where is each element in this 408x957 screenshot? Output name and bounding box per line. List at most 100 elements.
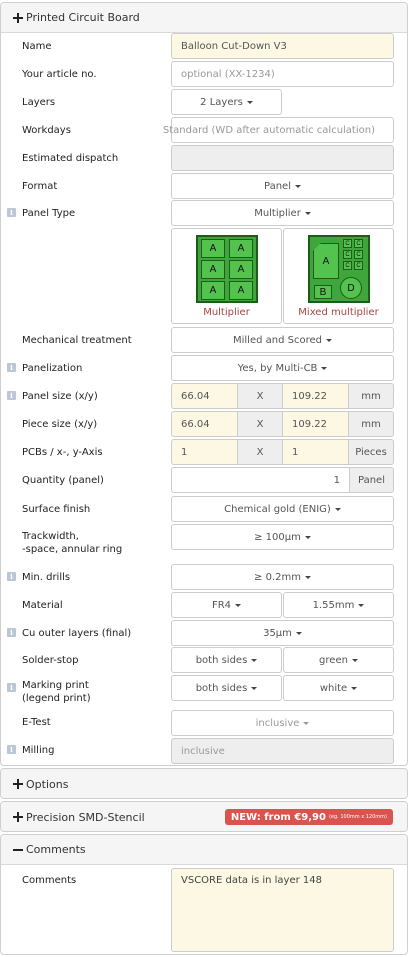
piece-size-y-input[interactable]: 109.22	[282, 411, 349, 437]
info-icon[interactable]: i	[7, 572, 16, 581]
minus-icon	[13, 845, 23, 855]
multiplier-caption: Multiplier	[203, 307, 250, 318]
cu-outer-value: 35µm	[263, 627, 292, 639]
panelization-select[interactable]: Yes, by Multi-CB	[171, 355, 394, 381]
stencil-price-badge: NEW: from €9,90 (eg. 100mm x 120mm)	[224, 809, 393, 825]
quantity-unit: Panel	[349, 467, 394, 493]
thickness-value: 1.55mm	[312, 599, 355, 611]
info-icon[interactable]: i	[7, 363, 16, 372]
stencil-panel: Precision SMD-Stencil NEW: from €9,90 (eg…	[0, 801, 408, 832]
info-icon[interactable]: i	[7, 628, 16, 637]
pcb-piece-c: C	[354, 261, 363, 270]
stencil-badge-note: (eg. 100mm x 120mm)	[328, 814, 387, 820]
info-icon[interactable]: i	[7, 391, 16, 400]
pcb-piece-c: C	[343, 261, 352, 270]
options-panel-title: Options	[26, 777, 69, 791]
pcb-piece-c: C	[354, 239, 363, 248]
plus-icon	[13, 779, 23, 789]
marking-color-value: white	[319, 682, 348, 694]
name-input[interactable]: Balloon Cut-Down V3	[171, 33, 394, 59]
surface-label: Surface finish	[22, 504, 91, 515]
panel-size-y-input[interactable]: 109.22	[282, 383, 349, 409]
workdays-label: Workdays	[22, 125, 71, 136]
info-icon[interactable]: i	[7, 683, 16, 692]
surface-select[interactable]: Chemical gold (ENIG)	[171, 496, 394, 522]
drills-value: ≥ 0.2mm	[254, 571, 301, 583]
material-label: Material	[22, 600, 63, 611]
marking-label-line-2: (legend print)	[22, 693, 91, 704]
pcb-cell: A	[229, 260, 253, 279]
format-select[interactable]: Panel	[171, 173, 394, 199]
options-panel-header[interactable]: Options	[1, 769, 407, 798]
marking-color-select[interactable]: white	[283, 675, 394, 701]
layers-value: 2 Layers	[200, 96, 243, 108]
solder-stop-label: Solder-stop	[22, 655, 79, 666]
etest-select[interactable]: inclusive	[171, 710, 394, 736]
marking-sides-value: both sides	[195, 682, 248, 694]
panel-size-unit: mm	[348, 383, 394, 409]
milling-label: Milling	[22, 745, 55, 756]
pcbs-axis-label: PCBs / x-, y-Axis	[22, 447, 103, 458]
cu-outer-select[interactable]: 35µm	[171, 620, 394, 646]
drills-label: Min. drills	[22, 572, 71, 583]
info-icon[interactable]: i	[7, 208, 16, 217]
comments-panel-header[interactable]: Comments	[1, 835, 407, 865]
solder-stop-sides-select[interactable]: both sides	[171, 647, 282, 673]
panel-size-x-input[interactable]: 66.04	[171, 383, 238, 409]
surface-value: Chemical gold (ENIG)	[224, 503, 331, 515]
pcb-piece-c: C	[354, 250, 363, 259]
workdays-select[interactable]: Standard (WD after automatic calculation…	[163, 117, 394, 143]
comments-textarea[interactable]: VSCORE data is in layer 148	[171, 868, 394, 952]
mixed-pcb-image: A C C C C C C B D	[308, 235, 370, 303]
mechanical-label: Mechanical treatment	[22, 335, 132, 346]
chevron-down-icon	[358, 603, 365, 607]
quantity-input[interactable]: 1	[171, 467, 350, 493]
panel-type-select[interactable]: Multiplier	[171, 200, 394, 226]
mixed-multiplier-option[interactable]: A C C C C C C B D Mixed multiplier	[283, 228, 394, 324]
format-label: Format	[22, 181, 58, 192]
info-icon[interactable]: i	[7, 745, 16, 754]
pcb-panel-header[interactable]: Printed Circuit Board	[1, 3, 407, 33]
chevron-down-icon	[294, 184, 301, 188]
trackwidth-value: ≥ 100µm	[254, 531, 301, 543]
article-label: Your article no.	[22, 69, 97, 80]
etest-value: inclusive	[255, 717, 300, 729]
chevron-down-icon	[351, 686, 358, 690]
chevron-down-icon	[251, 686, 258, 690]
pcb-panel: Printed Circuit Board Name Balloon Cut-D…	[0, 2, 408, 766]
thickness-select[interactable]: 1.55mm	[283, 592, 394, 618]
chevron-down-icon	[295, 631, 302, 635]
pcb-panel-title: Printed Circuit Board	[26, 11, 140, 24]
piece-size-label: Piece size (x/y)	[22, 419, 98, 430]
panel-size-separator: X	[237, 383, 283, 409]
cu-outer-label: Cu outer layers (final)	[22, 628, 132, 639]
piece-size-unit: mm	[348, 411, 394, 437]
pcb-piece-b: B	[314, 285, 332, 299]
layers-select[interactable]: 2 Layers	[171, 89, 282, 115]
drills-select[interactable]: ≥ 0.2mm	[171, 564, 394, 590]
multiplier-option[interactable]: A A A A A A Multiplier	[171, 228, 282, 324]
article-input[interactable]: optional (XX-1234)	[171, 61, 394, 87]
pcbs-x-input[interactable]: 1	[171, 439, 238, 465]
pcb-cell: A	[201, 239, 225, 258]
chevron-down-icon	[246, 100, 253, 104]
trackwidth-label-line-2: -space, annular ring	[22, 544, 123, 555]
panelization-label: Panelization	[22, 363, 83, 374]
material-select[interactable]: FR4	[171, 592, 282, 618]
material-value: FR4	[211, 599, 232, 611]
multiplier-pcb-image: A A A A A A	[196, 235, 258, 303]
panelization-value: Yes, by Multi-CB	[237, 362, 318, 374]
solder-stop-color-value: green	[319, 654, 348, 666]
pcb-piece-d: D	[340, 277, 362, 299]
comments-label: Comments	[22, 875, 77, 886]
solder-stop-color-select[interactable]: green	[283, 647, 394, 673]
marking-sides-select[interactable]: both sides	[171, 675, 282, 701]
format-value: Panel	[264, 180, 291, 192]
pcbs-y-input[interactable]: 1	[282, 439, 349, 465]
chevron-down-icon	[326, 338, 332, 342]
mechanical-select[interactable]: Milled and Scored	[171, 327, 394, 353]
piece-size-x-input[interactable]: 66.04	[171, 411, 238, 437]
mechanical-value: Milled and Scored	[233, 334, 322, 346]
dispatch-field	[171, 145, 394, 171]
trackwidth-select[interactable]: ≥ 100µm	[171, 524, 394, 550]
